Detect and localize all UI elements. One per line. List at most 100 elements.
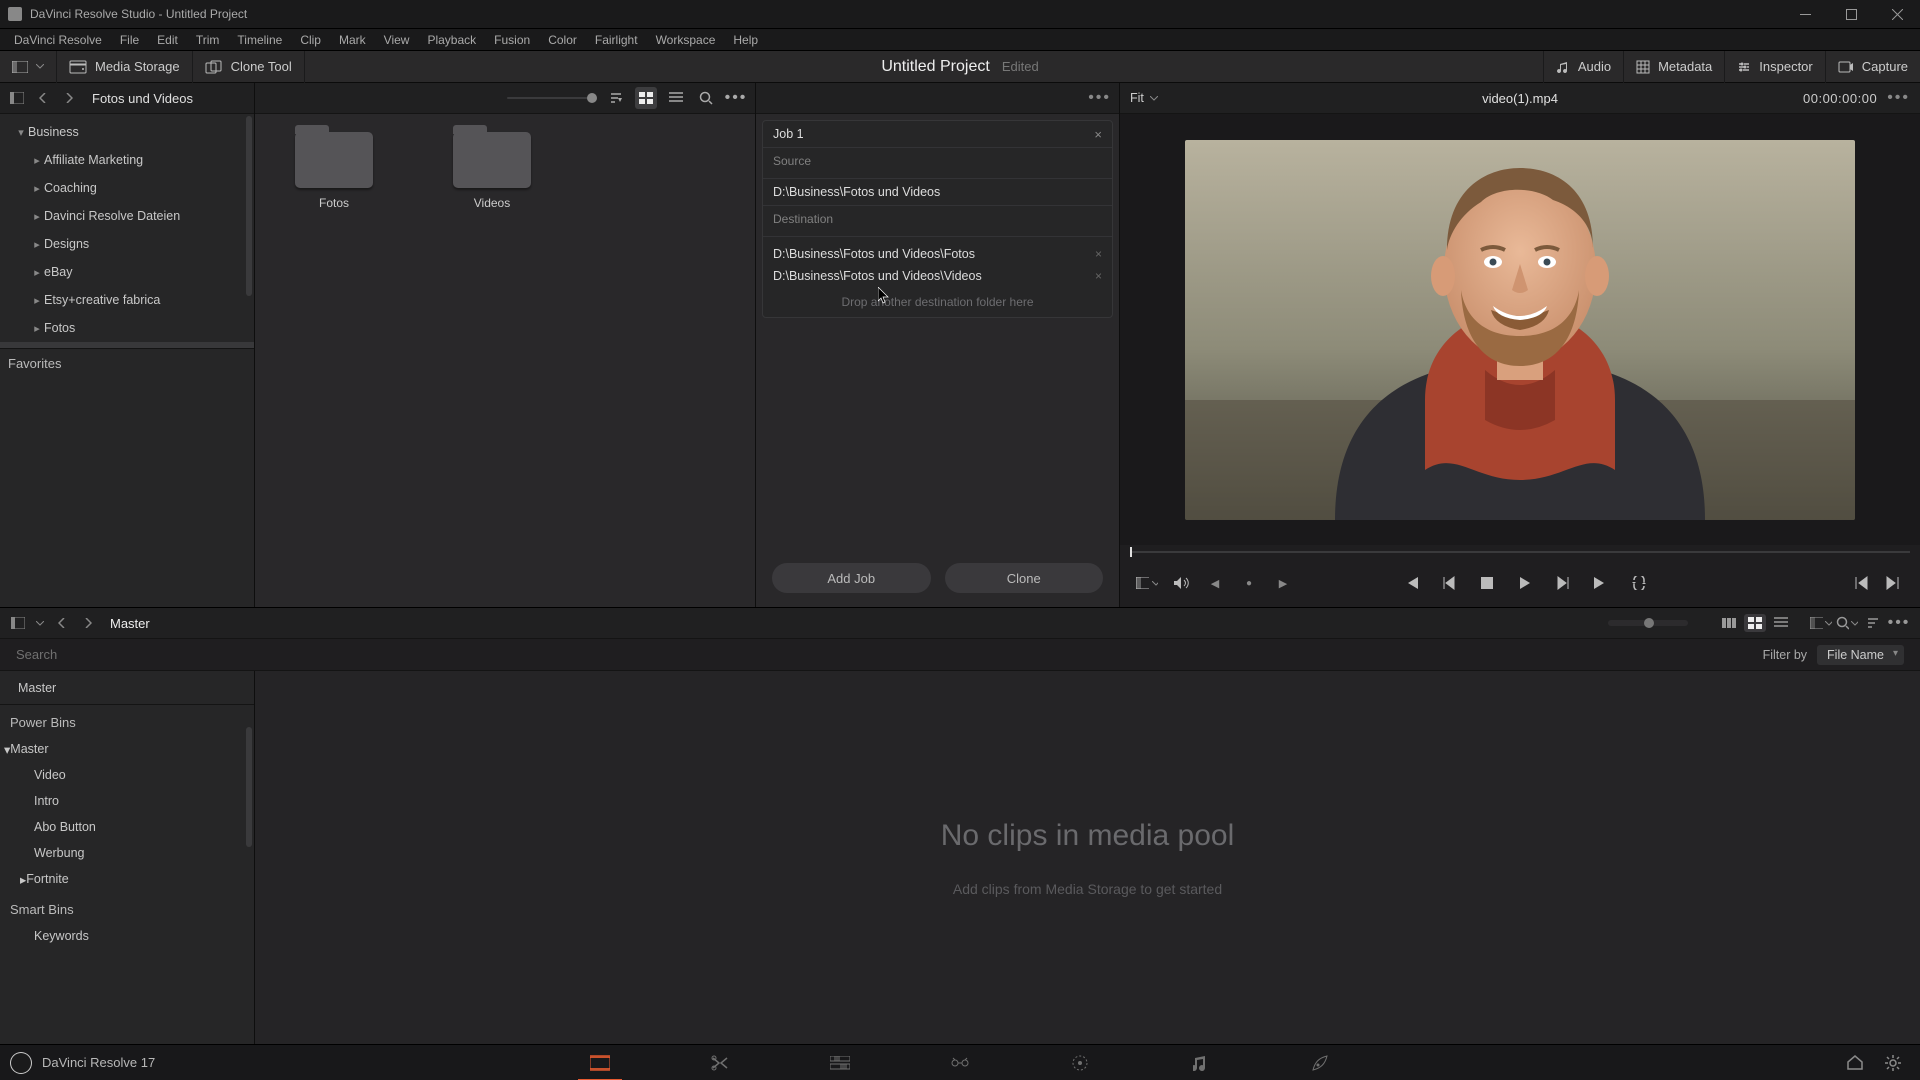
window-minimize[interactable] [1782, 0, 1828, 29]
stop-button[interactable] [1476, 572, 1498, 594]
viewer-stage[interactable] [1120, 114, 1920, 545]
media-pool-empty[interactable]: No clips in media pool Add clips from Me… [255, 671, 1920, 1044]
mark-out[interactable]: ▶ [1272, 572, 1294, 594]
menu-file[interactable]: File [112, 29, 147, 51]
page-fusion[interactable] [948, 1051, 972, 1075]
source-path[interactable]: D:\Business\Fotos und Videos [773, 185, 1102, 199]
favorites-section[interactable]: Favorites [0, 348, 254, 378]
smart-bins-header[interactable]: Smart Bins [0, 892, 254, 923]
power-bin-item[interactable]: ▸Fortnite [0, 866, 254, 892]
match-frame-button[interactable] [1136, 572, 1158, 594]
folder-item[interactable]: Fotos [279, 132, 389, 210]
step-back[interactable] [1438, 572, 1460, 594]
power-bin-item[interactable]: Video [0, 762, 254, 788]
pool-more[interactable]: ••• [1888, 614, 1910, 632]
metadata-button[interactable]: Metadata [1623, 51, 1724, 83]
remove-dest[interactable]: × [1095, 247, 1102, 261]
project-settings-button[interactable] [1884, 1054, 1902, 1072]
view-list[interactable] [665, 87, 687, 109]
pool-thumb-zoom[interactable] [1608, 620, 1688, 626]
power-bin-item[interactable]: Werbung [0, 840, 254, 866]
window-close[interactable] [1874, 0, 1920, 29]
menu-workspace[interactable]: Workspace [648, 29, 724, 51]
page-media[interactable] [588, 1051, 612, 1075]
viewer-more[interactable]: ••• [1887, 89, 1910, 107]
tree-item[interactable]: ▸Coaching [0, 174, 254, 202]
menu-trim[interactable]: Trim [188, 29, 228, 51]
viewer-zoom-fit[interactable]: Fit [1130, 91, 1158, 105]
page-fairlight[interactable] [1188, 1051, 1212, 1075]
more-button[interactable]: ••• [725, 87, 747, 109]
tree-item[interactable]: ▸Fotos und Videos [0, 342, 254, 348]
tree-item[interactable]: ▸Etsy+creative fabrica [0, 286, 254, 314]
pool-view-split[interactable] [1810, 614, 1832, 632]
viewer-scrubber[interactable] [1120, 545, 1920, 559]
folder-item[interactable]: Videos [437, 132, 547, 210]
menu-timeline[interactable]: Timeline [229, 29, 290, 51]
play-button[interactable] [1514, 572, 1536, 594]
page-color[interactable] [1068, 1051, 1092, 1075]
audio-button[interactable]: Audio [1543, 51, 1623, 83]
add-job-button[interactable]: Add Job [772, 563, 931, 593]
menu-edit[interactable]: Edit [149, 29, 186, 51]
tree-item[interactable]: ▸Fotos [0, 314, 254, 342]
mark-clip[interactable]: ● [1238, 572, 1260, 594]
loop-button[interactable] [1628, 572, 1650, 594]
media-storage-button[interactable]: Media Storage [57, 51, 193, 83]
pool-view-strip[interactable] [1718, 614, 1740, 632]
destination-drop-hint[interactable]: Drop another destination folder here [773, 287, 1102, 311]
clone-more-button[interactable]: ••• [1088, 89, 1111, 107]
nav-forward[interactable] [60, 89, 78, 107]
pool-nav-forward[interactable] [80, 615, 96, 631]
step-forward[interactable] [1552, 572, 1574, 594]
remove-dest[interactable]: × [1095, 269, 1102, 283]
power-bin-item[interactable]: Intro [0, 788, 254, 814]
power-bins-header[interactable]: Power Bins [0, 705, 254, 736]
power-bin-item[interactable]: ▾Master [0, 736, 254, 762]
pool-sidebar-toggle[interactable] [10, 615, 26, 631]
search-input[interactable]: Search [16, 647, 57, 662]
tree-item[interactable]: ▸Davinci Resolve Dateien [0, 202, 254, 230]
go-first-frame[interactable] [1400, 572, 1422, 594]
page-deliver[interactable] [1308, 1051, 1332, 1075]
menu-color[interactable]: Color [540, 29, 585, 51]
clone-tool-button[interactable]: Clone Tool [193, 51, 305, 83]
go-out-point[interactable] [1882, 572, 1904, 594]
tree-item[interactable]: ▸eBay [0, 258, 254, 286]
filter-by-dropdown[interactable]: File Name [1817, 645, 1904, 665]
search-button[interactable] [695, 87, 717, 109]
pool-sort[interactable] [1862, 614, 1884, 632]
chevron-down-icon[interactable] [36, 621, 44, 626]
smart-bin-item[interactable]: Keywords [0, 923, 254, 949]
view-thumbnails[interactable] [635, 87, 657, 109]
window-maximize[interactable] [1828, 0, 1874, 29]
menu-playback[interactable]: Playback [419, 29, 484, 51]
capture-button[interactable]: Capture [1825, 51, 1920, 83]
inspector-button[interactable]: Inspector [1724, 51, 1824, 83]
menu-davinci[interactable]: DaVinci Resolve [6, 29, 110, 51]
go-last-frame[interactable] [1590, 572, 1612, 594]
thumbnail-zoom[interactable] [263, 97, 597, 99]
menu-fairlight[interactable]: Fairlight [587, 29, 646, 51]
mark-in[interactable]: ◀ [1204, 572, 1226, 594]
tree-scrollbar[interactable] [246, 116, 252, 348]
bin-scrollbar[interactable] [246, 727, 252, 907]
pool-search[interactable] [1836, 614, 1858, 632]
tree-item[interactable]: ▸Affiliate Marketing [0, 146, 254, 174]
menu-fusion[interactable]: Fusion [486, 29, 538, 51]
menu-view[interactable]: View [376, 29, 418, 51]
menu-clip[interactable]: Clip [292, 29, 329, 51]
pool-view-list[interactable] [1770, 614, 1792, 632]
clone-button[interactable]: Clone [945, 563, 1104, 593]
bin-master[interactable]: Master [0, 671, 254, 705]
tree-item[interactable]: ▸Designs [0, 230, 254, 258]
go-in-point[interactable] [1850, 572, 1872, 594]
media-browser-body[interactable]: Fotos Videos [255, 114, 755, 607]
power-bin-item[interactable]: Abo Button [0, 814, 254, 840]
mute-button[interactable] [1170, 572, 1192, 594]
pool-view-thumb[interactable] [1744, 614, 1766, 632]
tree-root[interactable]: ▾Business [0, 118, 254, 146]
job-close[interactable]: × [1094, 127, 1102, 142]
home-button[interactable] [1846, 1054, 1864, 1072]
pool-nav-back[interactable] [54, 615, 70, 631]
